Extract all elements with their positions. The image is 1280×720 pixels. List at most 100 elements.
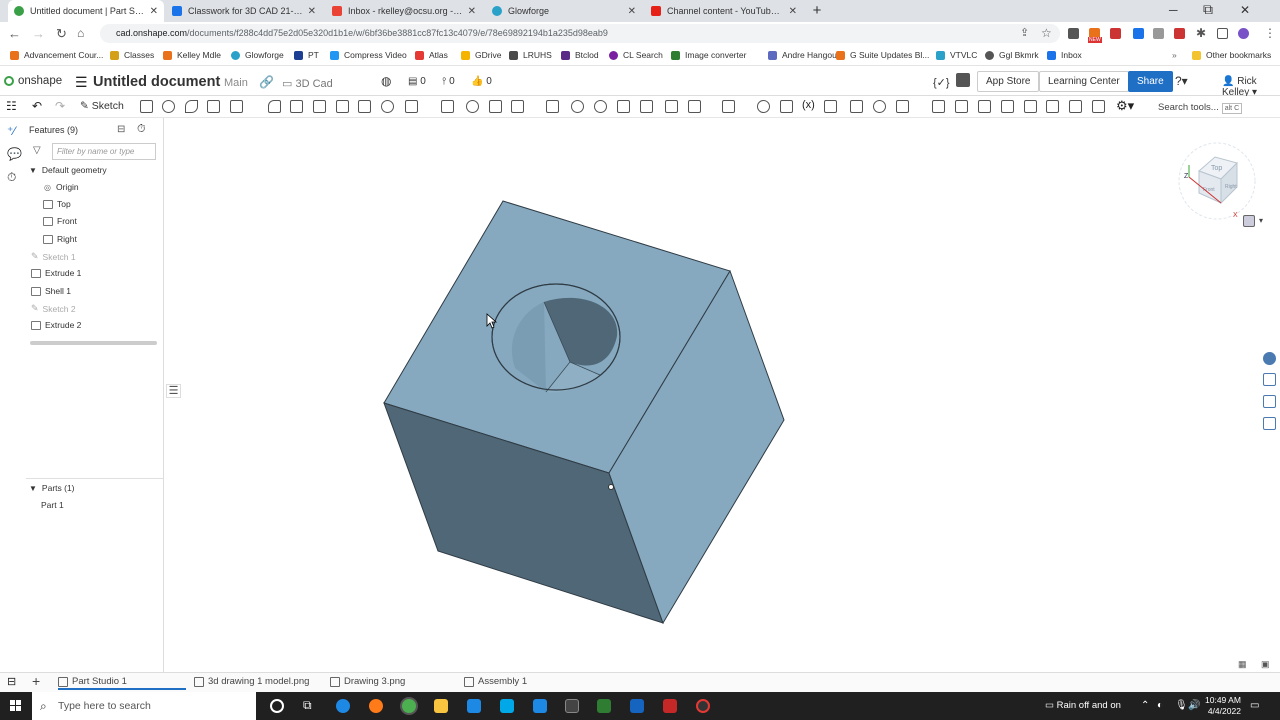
enclose-icon[interactable] bbox=[896, 100, 909, 113]
extension-pen-icon[interactable] bbox=[1068, 28, 1079, 39]
sheet-metal-icon[interactable] bbox=[722, 100, 735, 113]
extensions-puzzle-icon[interactable]: ✱ bbox=[1196, 26, 1206, 40]
sketch-button[interactable]: ✎ Sketch bbox=[80, 100, 124, 112]
revolve-icon[interactable] bbox=[162, 100, 175, 113]
sweep-icon[interactable] bbox=[185, 100, 198, 113]
undo-icon[interactable]: ↶ bbox=[32, 99, 42, 113]
feature-filter-input[interactable]: Filter by name or type bbox=[52, 143, 156, 160]
transform-icon[interactable] bbox=[511, 100, 524, 113]
tab-assembly-1[interactable]: Assembly 1 bbox=[464, 676, 527, 687]
view-mode-icon[interactable] bbox=[1243, 215, 1255, 227]
corner-icon[interactable] bbox=[1069, 100, 1082, 113]
hem-icon[interactable] bbox=[1046, 100, 1059, 113]
bookmark-item[interactable]: CL Search bbox=[609, 50, 663, 60]
fillet-icon[interactable] bbox=[268, 100, 281, 113]
tab-icon[interactable] bbox=[955, 100, 968, 113]
feature-extrude-2[interactable]: Extrude 2 bbox=[31, 320, 81, 330]
new-tab-button[interactable]: + bbox=[809, 3, 825, 19]
browser-tab-classwork[interactable]: Classwork for 3D CAD 21-22 Ter✕ bbox=[166, 0, 322, 22]
delete-part-icon[interactable] bbox=[546, 100, 559, 113]
bookmark-item[interactable]: LRUHS bbox=[509, 50, 552, 60]
versions-counter[interactable]: ▤ 0 bbox=[408, 76, 426, 87]
parts-list-icon[interactable] bbox=[1263, 395, 1276, 408]
task-view-icon[interactable]: ⧉ bbox=[303, 698, 312, 713]
back-icon[interactable]: ← bbox=[8, 26, 21, 41]
close-tab-icon[interactable]: ✕ bbox=[150, 6, 158, 17]
split-icon[interactable] bbox=[489, 100, 502, 113]
offset-surface-icon[interactable] bbox=[640, 100, 653, 113]
microphone-icon[interactable]: 🎙 bbox=[1175, 700, 1188, 711]
feature-top-plane[interactable]: Top bbox=[43, 199, 71, 209]
measure-icon[interactable]: ▣ bbox=[1261, 659, 1270, 670]
sidepanel-icon[interactable] bbox=[1217, 28, 1228, 39]
extension-red-icon[interactable] bbox=[1110, 28, 1121, 39]
mate-connectors-icon[interactable] bbox=[1263, 417, 1276, 430]
weld-icon[interactable] bbox=[932, 100, 945, 113]
parts-group[interactable]: ▼ Parts (1) bbox=[29, 483, 75, 493]
bookmark-item[interactable]: Advancement Cour... bbox=[10, 50, 103, 60]
calculator-icon[interactable] bbox=[533, 699, 547, 713]
help-icon[interactable]: ?▾ bbox=[1175, 74, 1188, 88]
variable-icon[interactable]: (x) bbox=[802, 99, 815, 111]
boolean-icon[interactable] bbox=[466, 100, 479, 113]
bookmark-item[interactable]: Classes bbox=[110, 50, 154, 60]
filter-icon[interactable]: ▽ bbox=[33, 145, 41, 156]
bookmark-item[interactable]: Kelley Mdle bbox=[163, 50, 221, 60]
close-tab-icon[interactable]: ✕ bbox=[308, 6, 316, 17]
app-blue-icon[interactable] bbox=[630, 699, 644, 713]
pattern-icon[interactable] bbox=[405, 100, 418, 113]
feature-shell-1[interactable]: Shell 1 bbox=[31, 286, 71, 296]
app-green-icon[interactable] bbox=[597, 699, 611, 713]
branch-label[interactable]: Main bbox=[224, 77, 248, 89]
bookmark-item[interactable]: Inbox bbox=[1047, 50, 1082, 60]
feature-origin[interactable]: ◎ Origin bbox=[44, 182, 79, 192]
modify-fillet-icon[interactable] bbox=[571, 100, 584, 113]
onshape-logo[interactable]: onshape bbox=[4, 75, 62, 87]
app-arrow-icon[interactable] bbox=[565, 699, 579, 713]
close-tab-icon[interactable]: ✕ bbox=[628, 6, 636, 17]
extrude-icon[interactable] bbox=[140, 100, 153, 113]
mirror-icon[interactable] bbox=[441, 100, 454, 113]
bookmark-item[interactable]: G Suite Updates Bl... bbox=[836, 50, 929, 60]
filezilla-icon[interactable] bbox=[663, 699, 677, 713]
weather-widget[interactable]: ▭ Rain off and on bbox=[1045, 700, 1121, 711]
other-bookmarks[interactable]: Other bookmarks bbox=[1192, 50, 1271, 60]
reload-icon[interactable]: ↻ bbox=[56, 26, 67, 42]
feature-sketch-2[interactable]: ✎ Sketch 2 bbox=[31, 303, 76, 314]
browser-tab-inbox[interactable]: Inbox - rkelley@ocsu.org - Orlea✕ bbox=[326, 0, 482, 22]
feature-sketch-1[interactable]: ✎ Sketch 1 bbox=[31, 251, 76, 262]
bookmark-item[interactable]: Ggl Bkmrk bbox=[985, 50, 1039, 60]
history-icon[interactable]: ⏱ bbox=[7, 171, 20, 183]
firefox-icon[interactable] bbox=[369, 699, 383, 713]
vertex-marker[interactable] bbox=[608, 484, 614, 490]
app-c-icon[interactable] bbox=[500, 699, 514, 713]
likes-counter[interactable]: 👍 0 bbox=[471, 76, 492, 87]
settings-gear-icon[interactable]: ⚙▾ bbox=[1116, 98, 1134, 114]
search-tools-input[interactable]: Search tools... alt C bbox=[1154, 100, 1246, 115]
chevron-down-icon[interactable]: ▾ bbox=[1259, 216, 1263, 225]
variables-icon[interactable]: {✓} bbox=[933, 76, 950, 89]
feature-front-plane[interactable]: Front bbox=[43, 216, 77, 226]
notifications-icon[interactable] bbox=[956, 73, 970, 87]
branches-counter[interactable]: ⫯ 0 bbox=[442, 76, 455, 87]
bookmark-item[interactable]: PT bbox=[294, 50, 319, 60]
app-store-button[interactable]: App Store bbox=[977, 71, 1040, 92]
forward-icon[interactable]: → bbox=[32, 26, 45, 41]
taskbar-clock[interactable]: 10:49 AM 4/4/2022 bbox=[1205, 695, 1241, 717]
share-button[interactable]: Share bbox=[1128, 71, 1173, 92]
default-geometry-group[interactable]: ▼ Default geometry bbox=[29, 165, 107, 175]
graphics-viewport[interactable] bbox=[164, 118, 1280, 672]
bookmark-item[interactable]: GDrive bbox=[461, 50, 501, 60]
bookmark-item[interactable]: Btclod bbox=[561, 50, 599, 60]
bookmark-item[interactable]: VTVLC bbox=[936, 50, 977, 60]
loft-icon[interactable] bbox=[207, 100, 220, 113]
helix-icon[interactable] bbox=[757, 100, 770, 113]
file-explorer-icon[interactable] bbox=[434, 699, 448, 713]
bend-icon[interactable] bbox=[978, 100, 991, 113]
tab-3d-drawing-model[interactable]: 3d drawing 1 model.png bbox=[194, 676, 309, 687]
home-icon[interactable]: ⌂ bbox=[77, 26, 84, 40]
app-record-icon[interactable] bbox=[696, 699, 710, 713]
tab-drawing-3[interactable]: Drawing 3.png bbox=[330, 676, 405, 687]
browser-tab-glowforge[interactable]: Glowforge ✕ bbox=[486, 0, 642, 22]
share-page-icon[interactable]: ⇪ bbox=[1020, 26, 1029, 39]
